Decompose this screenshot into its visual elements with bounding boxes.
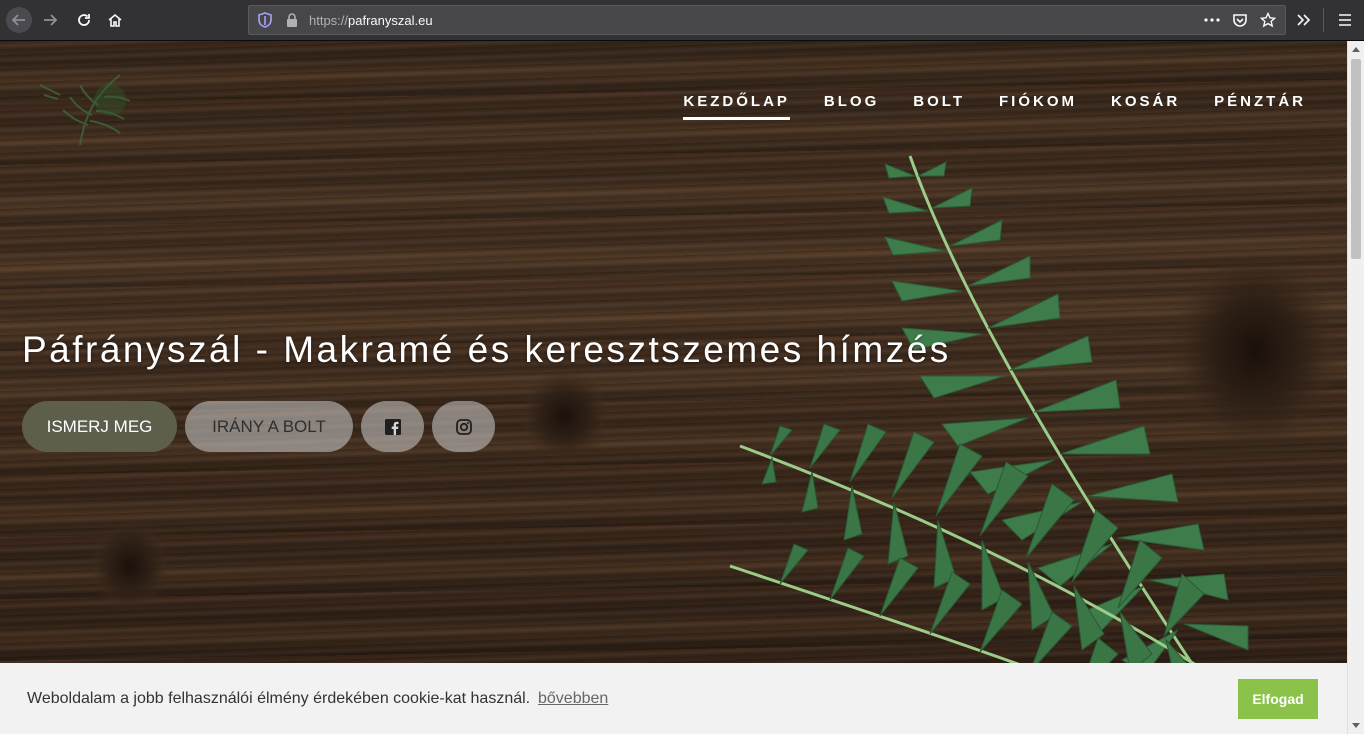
cookie-banner: Weboldalam a jobb felhasználói élmény ér… [0,663,1347,734]
back-button[interactable] [6,7,32,33]
lock-icon[interactable] [285,12,299,28]
ismerj-meg-button[interactable]: ISMERJ MEG [22,401,177,452]
cookie-message: Weboldalam a jobb felhasználói élmény ér… [27,690,531,707]
more-icon[interactable] [1203,11,1221,29]
nav-item-blog[interactable]: BLOG [824,93,879,120]
facebook-icon [384,418,401,435]
scroll-thumb[interactable] [1351,59,1361,259]
hero-buttons: ISMERJ MEG IRÁNY A BOLT [22,401,495,452]
hero-title: Páfrányszál - Makramé és keresztszemes h… [22,329,951,370]
overflow-icon [1297,14,1311,26]
shield-icon[interactable] [257,12,273,28]
back-icon [11,14,25,26]
bookmark-star-icon[interactable] [1259,11,1277,29]
reload-button[interactable] [71,7,97,33]
page-scrollbar[interactable] [1347,41,1364,734]
forward-button[interactable] [37,7,63,33]
scroll-down-arrow[interactable] [1352,723,1360,728]
nav-item-kosar[interactable]: KOSÁR [1111,93,1180,120]
scroll-up-arrow[interactable] [1352,47,1360,52]
url-protocol: https:// [309,13,349,28]
irany-a-bolt-button[interactable]: IRÁNY A BOLT [185,401,353,452]
wood-knot [520,371,610,461]
menu-icon [1339,14,1351,26]
toolbar-divider [1323,8,1324,32]
browser-toolbar: https://pafranyszal.eu [0,0,1364,41]
nav-item-fiokom[interactable]: FIÓKOM [999,93,1077,120]
main-navigation: KEZDŐLAP BLOG BOLT FIÓKOM KOSÁR PÉNZTÁR [683,93,1306,120]
pocket-icon[interactable] [1231,11,1249,29]
app-menu-button[interactable] [1333,8,1357,32]
nav-item-penztar[interactable]: PÉNZTÁR [1214,93,1306,120]
facebook-button[interactable] [361,401,424,452]
forward-icon [44,14,58,26]
web-page: KEZDŐLAP BLOG BOLT FIÓKOM KOSÁR PÉNZTÁR [0,41,1347,734]
reload-icon [78,14,90,26]
home-button[interactable] [102,7,128,33]
url-actions [1203,11,1277,29]
address-bar[interactable]: https://pafranyszal.eu [248,5,1286,35]
site-logo[interactable] [30,55,160,155]
url-host: pafranyszal.eu [348,13,433,28]
fern-image [729,155,1261,706]
overflow-button[interactable] [1292,8,1316,32]
url-text[interactable]: https://pafranyszal.eu [309,13,433,28]
home-icon [108,13,122,27]
wood-knot [90,521,170,611]
nav-item-kezdolap[interactable]: KEZDŐLAP [683,93,790,120]
instagram-icon [455,418,472,435]
cookie-accept-button[interactable]: Elfogad [1238,679,1318,719]
nav-item-bolt[interactable]: BOLT [913,93,965,120]
cookie-more-link[interactable]: bővebben [538,690,608,708]
instagram-button[interactable] [432,401,495,452]
